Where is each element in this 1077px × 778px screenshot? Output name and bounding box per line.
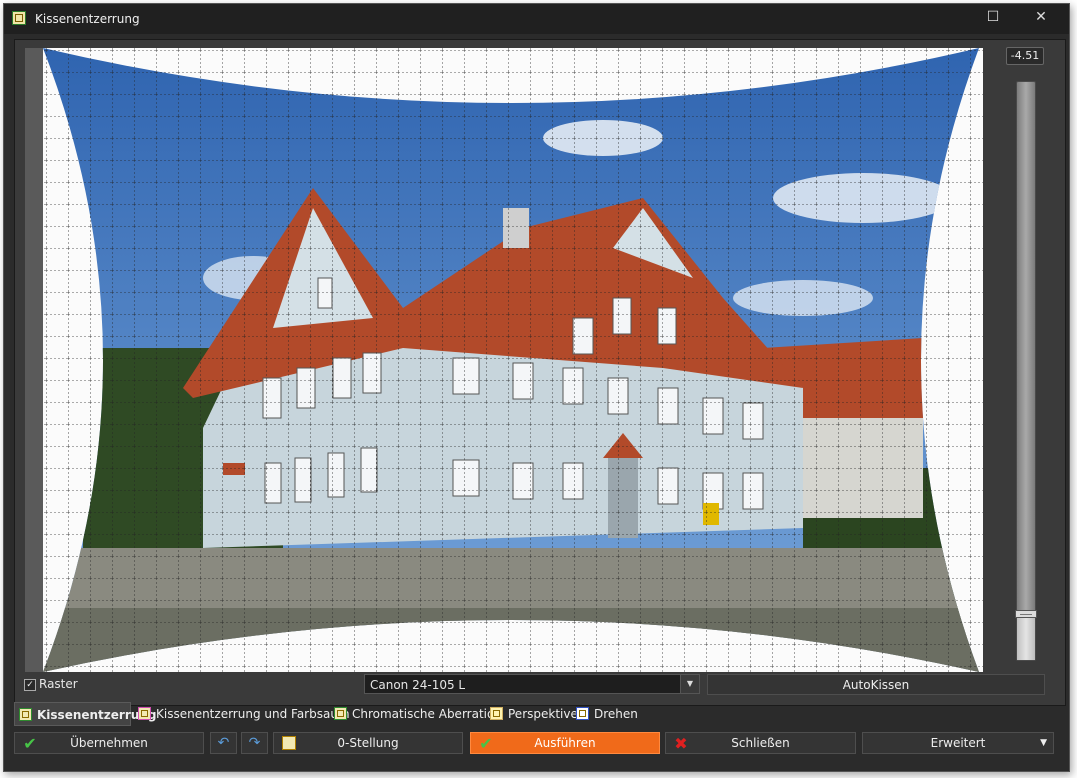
chevron-down-icon: ▼ (1040, 738, 1047, 748)
strength-slider-area: -4.51 (995, 45, 1055, 667)
close-label: Schließen (731, 736, 790, 750)
chevron-down-icon[interactable]: ▼ (680, 675, 699, 693)
title-bar: Kissenentzerrung ☐ ✕ (4, 4, 1069, 34)
redo-icon: ↷ (248, 735, 261, 751)
apply-label: Übernehmen (70, 736, 148, 750)
extended-label: Erweitert (930, 736, 986, 750)
close-button[interactable]: ✖ Schließen (665, 732, 856, 754)
raster-label: Raster (39, 677, 78, 691)
slider-thumb[interactable] (1015, 610, 1037, 618)
checkmark-icon: ✔ (23, 734, 37, 753)
autokissen-button[interactable]: AutoKissen (707, 674, 1045, 695)
preview-image (43, 48, 983, 672)
chromatic-icon (334, 707, 347, 720)
close-window-button[interactable]: ✕ (1028, 6, 1054, 30)
tab-perspektive[interactable]: Perspektive (486, 702, 578, 726)
tab-kissenentzerrung[interactable]: Kissenentzerrung (14, 702, 156, 726)
rotate-icon (576, 707, 589, 720)
mode-tabs: Kissenentzerrung Kissenentzerrung und Fa… (14, 702, 1064, 726)
tab-kissenentzerrung-farbsaum[interactable]: Kissenentzerrung und Farbsaum (134, 702, 350, 726)
pincushion-fringe-icon (138, 707, 151, 720)
perspective-icon (490, 707, 503, 720)
preview-canvas[interactable] (43, 48, 983, 672)
strength-slider[interactable] (1015, 81, 1037, 661)
close-icon: ✖ (674, 734, 688, 753)
window-title: Kissenentzerrung (35, 12, 140, 26)
slider-fill (1017, 614, 1035, 660)
undo-icon: ↶ (217, 735, 230, 751)
zero-position-icon (282, 736, 296, 750)
options-row: ✓ Raster Canon 24-105 L ▼ AutoKissen (14, 673, 1064, 697)
strength-value[interactable]: -4.51 (1006, 47, 1044, 65)
zero-position-button[interactable]: 0-Stellung (273, 732, 463, 754)
apply-button[interactable]: ✔ Übernehmen (14, 732, 204, 754)
undo-button[interactable]: ↶ (210, 732, 237, 754)
dialog-window: Kissenentzerrung ☐ ✕ -4.51 ✓ Raster Cano… (3, 3, 1070, 772)
raster-checkbox[interactable]: ✓ (24, 679, 36, 691)
tab-label: Perspektive (508, 707, 578, 721)
maximize-button[interactable]: ☐ (980, 6, 1006, 30)
lens-selected-value: Canon 24-105 L (370, 678, 466, 692)
tab-label: Drehen (594, 707, 638, 721)
execute-button[interactable]: ✔ Ausführen (470, 732, 660, 754)
redo-button[interactable]: ↷ (241, 732, 268, 754)
lens-dropdown[interactable]: Canon 24-105 L ▼ (364, 674, 700, 694)
app-icon (12, 11, 26, 25)
tab-chromatische-aberration[interactable]: Chromatische Aberration (330, 702, 502, 726)
tab-drehen[interactable]: Drehen (572, 702, 642, 726)
execute-label: Ausführen (534, 736, 596, 750)
pincushion-icon (19, 708, 32, 721)
bottom-toolbar: ✔ Übernehmen ↶ ↷ 0-Stellung ✔ Ausführen … (14, 732, 1064, 756)
zero-position-label: 0-Stellung (337, 736, 399, 750)
tab-label: Chromatische Aberration (352, 707, 502, 721)
preview-viewer (25, 48, 983, 672)
content-area: -4.51 (14, 39, 1066, 706)
tab-label: Kissenentzerrung und Farbsaum (156, 707, 350, 721)
extended-button[interactable]: Erweitert ▼ (862, 732, 1054, 754)
checkmark-icon: ✔ (479, 734, 493, 753)
